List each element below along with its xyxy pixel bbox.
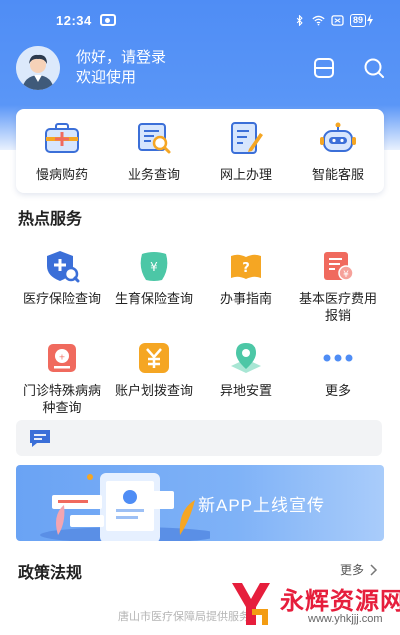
svg-text:?: ? <box>242 261 250 276</box>
login-greeting[interactable]: 你好，请登录 <box>76 48 166 68</box>
guide-icon: ? <box>231 254 261 279</box>
special-disease-icon: + <box>48 344 76 372</box>
avatar-icon <box>16 46 60 90</box>
svg-text:¥: ¥ <box>150 260 158 274</box>
maternity-insurance-icon: ¥ <box>140 252 168 281</box>
hot-service-account-transfer[interactable]: 账户划拨查询 <box>108 340 200 426</box>
online-form-icon <box>231 122 263 154</box>
status-bar: 12:34 89 <box>0 0 400 40</box>
notice-bar[interactable] <box>16 420 382 456</box>
hot-service-label: 异地安置 <box>219 383 272 398</box>
hot-service-label: 办事指南 <box>219 291 272 306</box>
quick-action-online-service[interactable]: 网上办理 <box>203 119 289 183</box>
watermark: 永辉资源网 www.yhkjjj.com <box>228 575 400 635</box>
hot-service-label: 更多 <box>324 383 351 398</box>
watermark-logo-icon <box>232 583 270 625</box>
business-search-icon <box>138 123 171 154</box>
phone-illustration-icon <box>40 473 210 541</box>
hot-service-label: 账户划拨查询 <box>114 383 193 398</box>
hot-service-more[interactable]: 更多 <box>292 340 384 426</box>
hot-service-relocation[interactable]: 异地安置 <box>200 340 292 426</box>
message-icon <box>30 430 50 447</box>
hot-services-title: 热点服务 <box>18 211 83 228</box>
hot-services-grid: 医疗保险查询 ¥ 生育保险查询 ? 办事指南 ¥ 基本医疗费用报销 + 门诊特殊 <box>16 248 384 426</box>
quick-action-label: 业务查询 <box>127 167 180 182</box>
hot-service-maternity-insurance[interactable]: ¥ 生育保险查询 <box>108 248 200 334</box>
medical-insurance-icon <box>47 251 80 283</box>
search-icon[interactable] <box>362 56 386 80</box>
watermark-url: www.yhkjjj.com <box>308 613 383 625</box>
sim-icon <box>331 14 344 26</box>
scan-icon[interactable] <box>312 56 336 80</box>
hot-service-special-disease[interactable]: + 门诊特殊病病种查询 <box>16 340 108 426</box>
relocation-icon <box>231 343 261 373</box>
quick-action-medicine[interactable]: 慢病购药 <box>19 119 105 183</box>
app-notification-icon <box>99 14 116 26</box>
hot-service-label: 门诊特殊病病种查询 <box>22 383 101 415</box>
medicine-kit-icon <box>45 123 79 153</box>
quick-action-label: 网上办理 <box>219 167 272 182</box>
welcome-text: 欢迎使用 <box>76 69 137 86</box>
quick-action-label: 慢病购药 <box>35 167 88 182</box>
user-login-row: 你好，请登录 欢迎使用 <box>16 46 386 90</box>
avatar[interactable] <box>16 46 60 90</box>
chevron-right-icon <box>370 563 378 576</box>
bluetooth-icon <box>296 14 303 26</box>
banner-text: 新APP上线宣传 <box>198 496 326 515</box>
hot-service-guide[interactable]: ? 办事指南 <box>200 248 292 334</box>
battery-indicator: 89 <box>349 13 374 27</box>
watermark-title: 永辉资源网 <box>280 588 400 615</box>
promo-banner[interactable]: 新APP上线宣传 <box>16 465 384 541</box>
svg-text:+: + <box>59 353 66 362</box>
account-transfer-icon <box>139 343 169 373</box>
quick-action-smart-service[interactable]: 智能客服 <box>295 119 381 183</box>
reimbursement-icon: ¥ <box>324 252 354 281</box>
battery-level: 89 <box>349 13 366 27</box>
hot-service-medical-insurance[interactable]: 医疗保险查询 <box>16 248 108 334</box>
hot-service-label: 基本医疗费用报销 <box>298 291 377 323</box>
hot-service-label: 医疗保险查询 <box>22 291 101 306</box>
quick-actions-card: 慢病购药 业务查询 网上办理 智能客服 <box>16 109 384 193</box>
wifi-icon <box>312 15 325 25</box>
robot-service-icon <box>320 122 356 152</box>
policy-title: 政策法规 <box>18 565 83 582</box>
hot-service-label: 生育保险查询 <box>114 291 193 306</box>
charging-icon <box>367 14 373 26</box>
quick-action-label: 智能客服 <box>311 167 364 182</box>
more-dots-icon <box>323 354 353 362</box>
svg-text:¥: ¥ <box>343 270 349 280</box>
hot-service-reimbursement[interactable]: ¥ 基本医疗费用报销 <box>292 248 384 334</box>
quick-action-business-search[interactable]: 业务查询 <box>111 119 197 183</box>
status-time: 12:34 <box>56 12 92 28</box>
